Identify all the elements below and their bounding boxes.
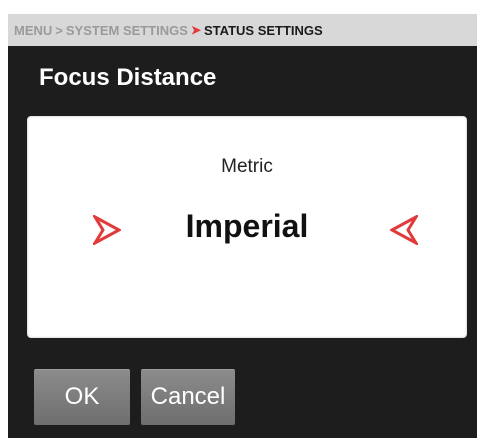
ok-button[interactable]: OK (34, 369, 130, 425)
breadcrumb-current-separator: ➤ (190, 23, 202, 37)
option-picker[interactable]: Metric Imperial (27, 116, 467, 338)
breadcrumb-item-status-settings: STATUS SETTINGS (204, 22, 323, 38)
picker-option-metric[interactable]: Metric (27, 156, 467, 178)
breadcrumb-separator: > (55, 22, 63, 38)
breadcrumb: MENU > SYSTEM SETTINGS ➤ STATUS SETTINGS (8, 14, 477, 46)
breadcrumb-item-system-settings[interactable]: SYSTEM SETTINGS (66, 23, 188, 38)
arrow-left-pointer-icon (390, 215, 418, 245)
status-settings-screen: MENU > SYSTEM SETTINGS ➤ STATUS SETTINGS… (8, 14, 477, 438)
cancel-button[interactable]: Cancel (141, 369, 235, 425)
page-title: Focus Distance (39, 64, 217, 91)
breadcrumb-item-menu[interactable]: MENU (14, 23, 52, 38)
